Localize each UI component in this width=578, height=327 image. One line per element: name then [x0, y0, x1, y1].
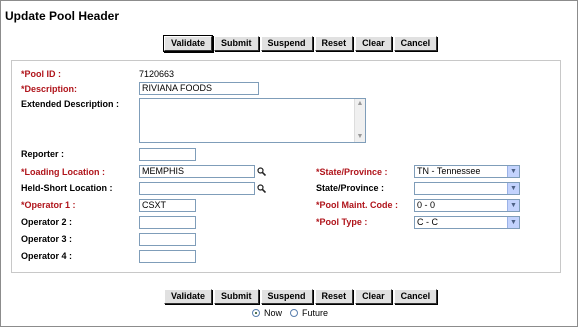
reporter-label: Reporter :: [21, 149, 65, 159]
loading-location-label: *Loading Location :: [21, 167, 105, 177]
suspend-button[interactable]: Suspend: [260, 36, 313, 51]
validate-button[interactable]: Validate: [164, 36, 213, 51]
chevron-down-icon[interactable]: ▼: [507, 217, 519, 228]
operator-2-label: Operator 2 :: [21, 217, 73, 227]
future-label: Future: [302, 308, 329, 318]
clear-button[interactable]: Clear: [355, 36, 392, 51]
operator-3-label: Operator 3 :: [21, 234, 73, 244]
pool-maint-code-select[interactable]: 0 - 0 ▼: [414, 199, 520, 212]
operator-2-input[interactable]: [139, 216, 196, 229]
scroll-down-icon[interactable]: ▼: [356, 133, 364, 141]
pool-maint-code-label: *Pool Maint. Code :: [316, 200, 398, 210]
state-province-2-select[interactable]: ▼: [414, 182, 520, 195]
pool-type-label: *Pool Type :: [316, 217, 368, 227]
reset-button[interactable]: Reset: [314, 289, 354, 304]
cancel-button[interactable]: Cancel: [393, 36, 438, 51]
description-input[interactable]: RIVIANA FOODS: [139, 82, 259, 95]
cancel-button[interactable]: Cancel: [393, 289, 438, 304]
reset-button[interactable]: Reset: [314, 36, 354, 51]
state-province-label: *State/Province :: [316, 167, 388, 177]
pool-type-select[interactable]: C - C ▼: [414, 216, 520, 229]
scroll-up-icon[interactable]: ▲: [356, 100, 364, 108]
now-radio[interactable]: [252, 309, 260, 317]
operator-3-input[interactable]: [139, 233, 196, 246]
reporter-input[interactable]: [139, 148, 196, 161]
operator-4-label: Operator 4 :: [21, 251, 73, 261]
chevron-down-icon[interactable]: ▼: [507, 183, 519, 194]
description-label: *Description:: [21, 84, 78, 94]
chevron-down-icon[interactable]: ▼: [507, 200, 519, 211]
textarea-scrollbar[interactable]: ▲ ▼: [354, 99, 365, 142]
pool-id-value: 7120663: [139, 69, 175, 79]
magnifier-icon[interactable]: [257, 167, 266, 176]
validate-button[interactable]: Validate: [164, 289, 213, 304]
clear-button[interactable]: Clear: [355, 289, 392, 304]
operator-4-input[interactable]: [139, 250, 196, 263]
page-title: Update Pool Header: [5, 9, 120, 23]
operator-1-input[interactable]: CSXT: [139, 199, 196, 212]
now-label: Now: [264, 308, 283, 318]
timing-radio-group: Now Future: [252, 308, 328, 318]
top-toolbar: Validate Submit Suspend Reset Clear Canc…: [1, 36, 578, 54]
extended-description-textarea[interactable]: ▲ ▼: [139, 98, 366, 143]
state-province-select[interactable]: TN - Tennessee ▼: [414, 165, 520, 178]
pool-maint-code-value: 0 - 0: [417, 200, 436, 210]
operator-1-label: *Operator 1 :: [21, 200, 76, 210]
magnifier-icon[interactable]: [257, 184, 266, 193]
held-short-location-label: Held-Short Location :: [21, 183, 113, 193]
pool-id-label: *Pool ID :: [21, 69, 61, 79]
future-radio[interactable]: [290, 309, 299, 317]
extended-description-label: Extended Description :: [21, 99, 120, 109]
held-short-location-input[interactable]: [139, 182, 255, 195]
bottom-toolbar: Validate Submit Suspend Reset Clear Canc…: [1, 289, 578, 307]
pool-type-value: C - C: [417, 217, 438, 227]
submit-button[interactable]: Submit: [214, 36, 259, 51]
state-province-value: TN - Tennessee: [417, 166, 481, 176]
window-frame: Update Pool Header Validate Submit Suspe…: [0, 0, 578, 327]
submit-button[interactable]: Submit: [214, 289, 259, 304]
state-province-2-label: State/Province :: [316, 183, 385, 193]
loading-location-input[interactable]: MEMPHIS: [139, 165, 255, 178]
suspend-button[interactable]: Suspend: [260, 289, 313, 304]
chevron-down-icon[interactable]: ▼: [507, 166, 519, 177]
